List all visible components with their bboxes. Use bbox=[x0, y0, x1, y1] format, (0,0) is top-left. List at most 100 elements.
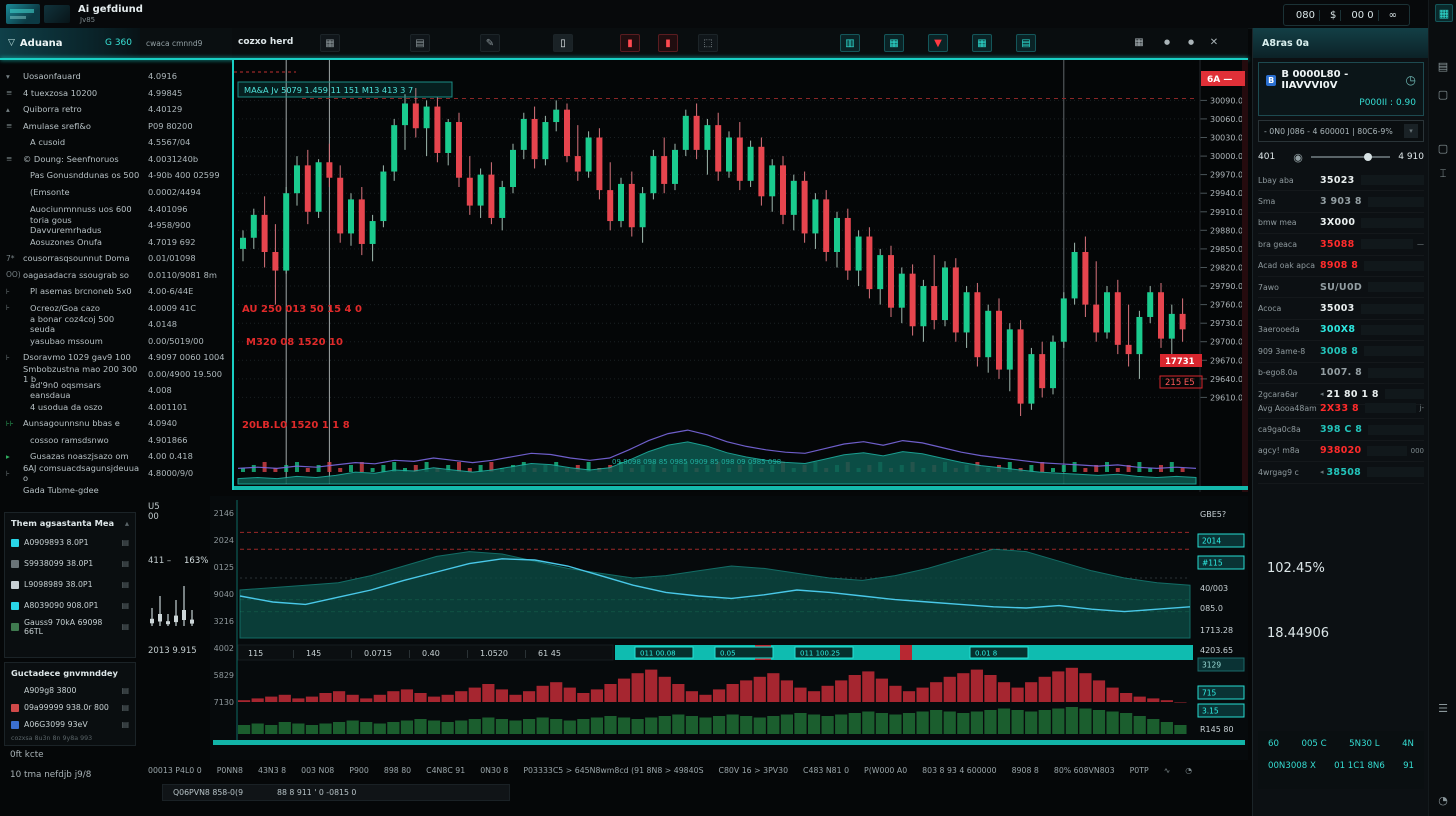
minimize-icon[interactable]: ● bbox=[1158, 34, 1176, 50]
volume-slider[interactable] bbox=[1311, 156, 1390, 158]
symbol-row[interactable]: toria gous Davvuremrhadus bbox=[0, 217, 140, 234]
status-item[interactable]: 43N3 8 bbox=[258, 766, 286, 775]
overlays-panel[interactable]: Guctadece gnvmnddey A909g8 3800▤09a99999… bbox=[4, 662, 136, 746]
history-clock-icon[interactable]: ◔ bbox=[1435, 792, 1451, 808]
layer-options-icon[interactable]: ▤ bbox=[121, 538, 129, 547]
status-item[interactable]: C80V 16 > 3PV30 bbox=[719, 766, 789, 775]
titlebar-control-0[interactable]: 080 bbox=[1292, 10, 1320, 21]
symbol-row[interactable]: Pas Gonusnddunas os 500 bbox=[0, 167, 140, 184]
draw-tool-icon[interactable]: ✎ bbox=[480, 34, 500, 52]
symbol-row[interactable]: a bonar coz4coj 500 seuda bbox=[0, 316, 140, 333]
layout-box-icon[interactable]: ⬚ bbox=[698, 34, 718, 52]
clock-icon[interactable]: ◔ bbox=[1185, 766, 1192, 775]
status-item[interactable]: 00013 P4L0 0 bbox=[148, 766, 202, 775]
market-watch-header[interactable]: ▽ Aduana G 360 bbox=[0, 28, 140, 58]
sell-order-icon[interactable]: ▮ bbox=[620, 34, 640, 52]
symbol-row[interactable]: ▴Quiborra retro bbox=[0, 101, 140, 118]
overlay-item[interactable]: A909g8 3800▤ bbox=[11, 682, 129, 699]
order-panel-header[interactable]: A8ras 0a bbox=[1253, 28, 1429, 58]
close-icon[interactable]: ✕ bbox=[1205, 34, 1223, 50]
overlay-item[interactable]: A06G3099 93eV▤ bbox=[11, 716, 129, 733]
layer-options-icon[interactable]: ▤ bbox=[121, 622, 129, 631]
menu-icon[interactable]: ☰ bbox=[1435, 700, 1451, 716]
status-item[interactable]: 003 N08 bbox=[301, 766, 334, 775]
candle-tool-icon[interactable]: ▮ bbox=[658, 34, 678, 52]
status-item[interactable]: C483 N81 0 bbox=[803, 766, 849, 775]
layer-options-icon[interactable]: ▤ bbox=[121, 559, 129, 568]
overlay-options-icon[interactable]: ▤ bbox=[121, 686, 129, 695]
collapse-icon[interactable]: ▴ bbox=[125, 518, 129, 528]
window2-icon[interactable]: ▢ bbox=[1435, 140, 1451, 156]
layer-item[interactable]: A0909893 8.0P1▤ bbox=[11, 532, 129, 553]
status-item[interactable]: P03333C5 > 645N8wm8cd (91 8N8 > 49840S bbox=[523, 766, 703, 775]
layer-item[interactable]: L9098989 38.0P1▤ bbox=[11, 574, 129, 595]
layer-item[interactable]: S9938099 38.0P1▤ bbox=[11, 553, 129, 574]
symbol-row[interactable]: Gada Tubme-gdee bbox=[0, 481, 140, 498]
symbol-row[interactable]: 4 usodua da oszo bbox=[0, 399, 140, 416]
order-comment-input[interactable]: - 0N0 J086 - 4 600001 | 80C6-9% ▾ bbox=[1258, 120, 1424, 142]
status-item[interactable]: 803 8 93 4 600000 bbox=[922, 766, 996, 775]
status-item[interactable]: 80% 608VN803 bbox=[1054, 766, 1115, 775]
symbol-row[interactable]: ⊦Pl asemas brcnoneb 5x0 bbox=[0, 283, 140, 300]
indicator-panel[interactable]: 21462024012590403216400258297130115|145|… bbox=[210, 496, 1248, 760]
status-item[interactable]: 0N30 8 bbox=[480, 766, 508, 775]
symbol-row[interactable]: ≡4 tuexzosa 10200 bbox=[0, 85, 140, 102]
layer-item[interactable]: Gauss9 70kA 69098 66TL▤ bbox=[11, 616, 129, 637]
data-table-icon[interactable]: ▦ bbox=[972, 34, 992, 52]
symbol-row[interactable]: ad'9n0 oqsmsars eansdaua bbox=[0, 382, 140, 399]
panels-icon[interactable]: ▤ bbox=[410, 34, 430, 52]
status-item[interactable]: 898 80 bbox=[384, 766, 411, 775]
timer-icon[interactable]: ◷ bbox=[1406, 73, 1416, 87]
stepper-icon[interactable]: ▾ bbox=[1404, 124, 1418, 138]
overlay-options-icon[interactable]: ▤ bbox=[121, 720, 129, 729]
prev-value-icon[interactable]: ◂ bbox=[1320, 468, 1324, 476]
equity-curve-icon[interactable]: ∿ bbox=[1164, 766, 1171, 775]
symbol-row[interactable]: ▾Uosaonfauard bbox=[0, 68, 140, 85]
session-summary-box[interactable]: 60005 C5N30 L4N 00N3008 X01 1C1 8N691 bbox=[1258, 731, 1424, 789]
symbol-row[interactable]: yasubao mssoum bbox=[0, 333, 140, 350]
layout-grid-icon[interactable]: ▦ bbox=[1130, 34, 1148, 50]
order-summary-box[interactable]: B B 0000L80 - IIAVVVI0V ◷ P000II : 0.90 bbox=[1258, 62, 1424, 116]
slider-knob[interactable] bbox=[1364, 153, 1372, 161]
layers-panel[interactable]: Them agsastanta Mea▴ A0909893 8.0P1▤S993… bbox=[4, 512, 136, 658]
symbol-row[interactable]: ⊦⊦Aunsagounnsnu bbas e bbox=[0, 415, 140, 432]
overlay-options-icon[interactable]: ▤ bbox=[121, 703, 129, 712]
status-item[interactable]: P0TP bbox=[1130, 766, 1149, 775]
candlestick-chart[interactable]: 30090.030060.030030.030000.029970.029940… bbox=[232, 60, 1248, 492]
statusbar-items[interactable]: 00013 P4L0 0 P0NN8 43N3 8 003 N08 P900 898 80… bbox=[148, 766, 1192, 775]
alert-icon[interactable]: ▼ bbox=[928, 34, 948, 52]
apps-grid-icon[interactable]: ▦ bbox=[1435, 4, 1453, 22]
dial-icon[interactable]: ◉ bbox=[1293, 151, 1303, 164]
depth-of-market-icon[interactable]: ▥ bbox=[840, 34, 860, 52]
titlebar-control-2[interactable]: 00 0 bbox=[1347, 10, 1378, 21]
symbol-row[interactable]: ⊦6AJ comsuacdsagunsjdeuua o bbox=[0, 465, 140, 482]
document-icon[interactable]: ▯ bbox=[553, 34, 573, 52]
window-icon[interactable]: ▢ bbox=[1435, 86, 1451, 102]
market-watch-list[interactable]: ▾Uosaonfauard≡4 tuexzosa 10200▴Quiborra … bbox=[0, 60, 140, 490]
status-item[interactable]: P900 bbox=[349, 766, 369, 775]
quotes-column[interactable]: 4.09164.998454.40129P09 802004.5567/044.… bbox=[140, 60, 232, 490]
titlebar-controls[interactable]: 080$00 0∞ bbox=[1283, 4, 1410, 26]
symbol-row[interactable]: (Emsonte bbox=[0, 184, 140, 201]
grid-view-icon[interactable]: ▦ bbox=[884, 34, 904, 52]
status-item[interactable]: 8908 8 bbox=[1012, 766, 1039, 775]
symbol-row[interactable]: A cusoid bbox=[0, 134, 140, 151]
maximize-icon[interactable]: ● bbox=[1182, 34, 1200, 50]
symbol-row[interactable]: 7*cousorrasqsounnut Doma bbox=[0, 250, 140, 267]
symbol-row[interactable]: cossoo ramsdsnwo bbox=[0, 432, 140, 449]
panel-right-icon[interactable]: ▤ bbox=[1435, 58, 1451, 74]
symbol-row[interactable]: ≡© Doung: Seenfnoruos bbox=[0, 151, 140, 168]
symbol-row[interactable]: ≡Amulase srefl&o bbox=[0, 118, 140, 135]
stats-panel-icon[interactable]: ▤ bbox=[1016, 34, 1036, 52]
symbol-row[interactable]: OO)oagasadacra ssougrab so bbox=[0, 266, 140, 283]
symbol-row[interactable]: Aosuzones Onufa bbox=[0, 233, 140, 250]
layer-options-icon[interactable]: ▤ bbox=[121, 601, 129, 610]
status-item[interactable]: C4N8C 91 bbox=[426, 766, 465, 775]
volume-slider-row[interactable]: 401 ◉ 4 910 bbox=[1258, 146, 1424, 168]
prev-value-icon[interactable]: ◂ bbox=[1320, 390, 1324, 398]
layout-tiles-icon[interactable]: ▦ bbox=[320, 34, 340, 52]
status-item[interactable]: P0NN8 bbox=[217, 766, 243, 775]
overlay-item[interactable]: 09a99999 938.0r 800▤ bbox=[11, 699, 129, 716]
status-item[interactable]: P(W000 A0 bbox=[864, 766, 907, 775]
titlebar-control-3[interactable]: ∞ bbox=[1385, 10, 1401, 21]
